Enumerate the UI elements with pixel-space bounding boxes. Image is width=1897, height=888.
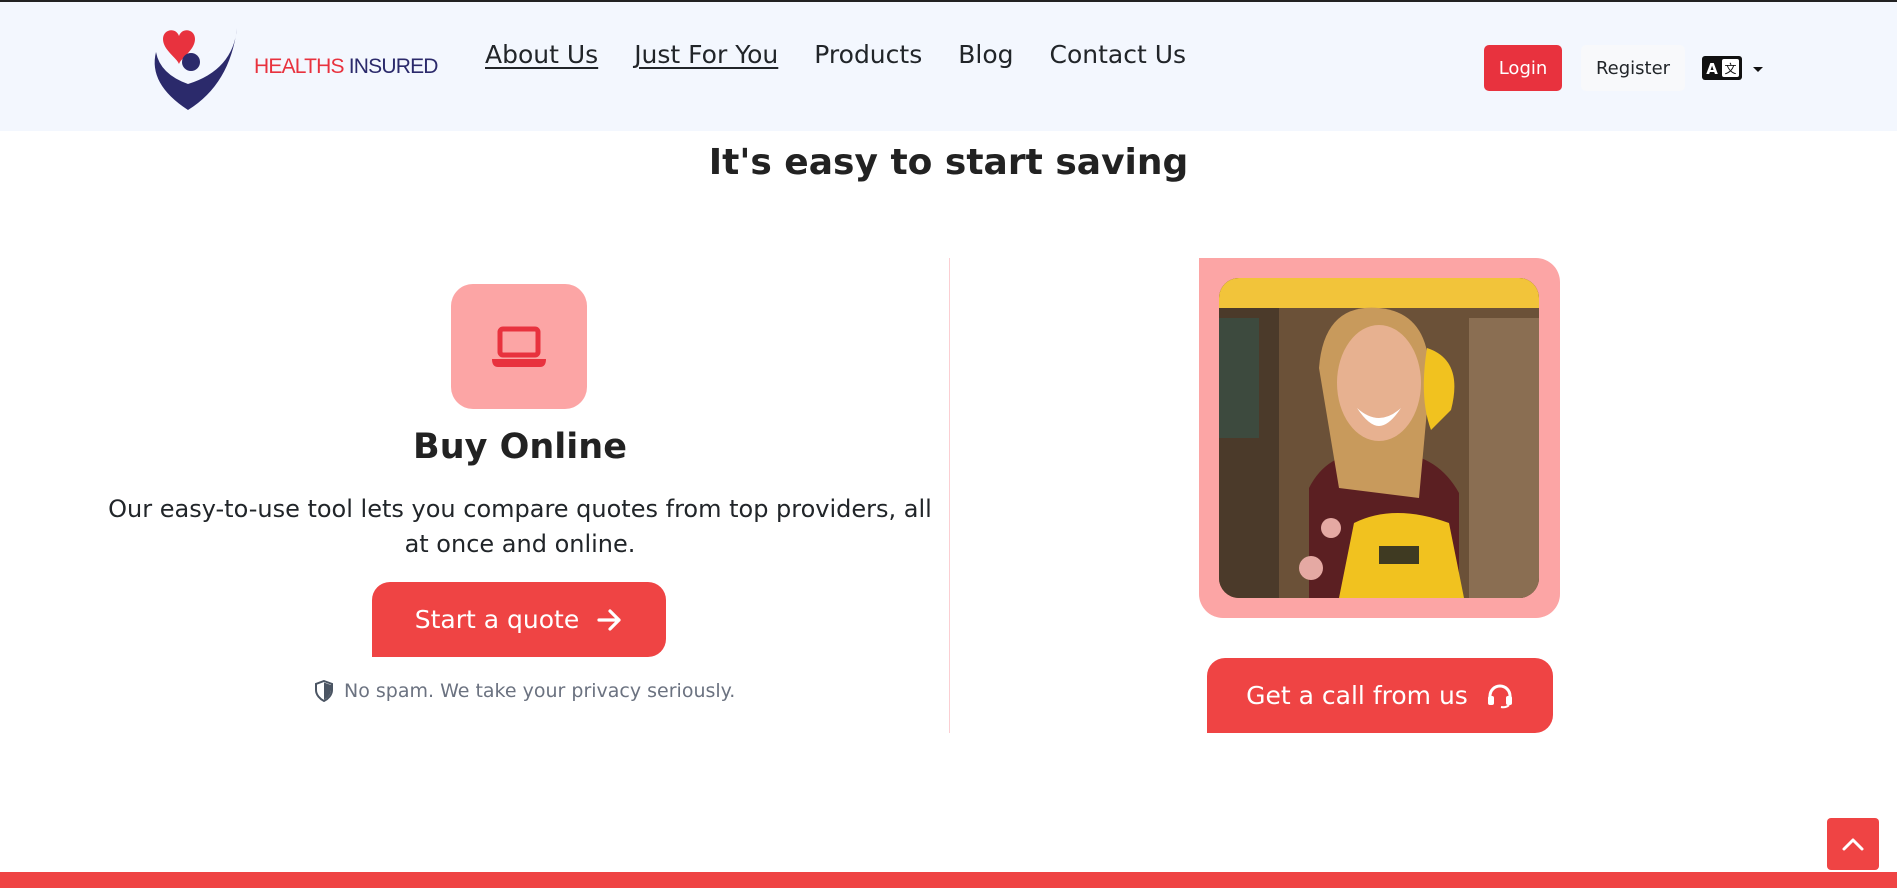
main-nav: About Us Just For You Products Blog Cont… (485, 40, 1222, 69)
register-button[interactable]: Register (1581, 45, 1685, 91)
logo-text-part2: INSURED (343, 55, 439, 78)
logo-text: HEALTHS INSURED (254, 55, 438, 79)
chevron-down-icon (1753, 67, 1763, 72)
start-quote-button[interactable]: Start a quote (372, 582, 666, 657)
get-call-button[interactable]: Get a call from us (1207, 658, 1553, 733)
nav-just-for-you[interactable]: Just For You (634, 40, 778, 69)
site-logo[interactable]: HEALTHS INSURED (138, 22, 438, 117)
nav-products[interactable]: Products (814, 40, 922, 69)
heart-logo-icon (154, 28, 237, 110)
column-divider (949, 258, 950, 733)
nav-about-us[interactable]: About Us (485, 40, 598, 69)
arrow-right-icon (597, 608, 621, 631)
shield-icon (315, 680, 333, 702)
footer-top-bar (0, 872, 1897, 888)
get-call-label: Get a call from us (1246, 681, 1468, 710)
start-quote-label: Start a quote (414, 605, 580, 634)
nav-blog[interactable]: Blog (958, 40, 1013, 69)
laptop-icon (492, 326, 546, 367)
buy-online-description: Our easy-to-use tool lets you compare qu… (108, 495, 932, 558)
buy-online-icon-box (451, 284, 587, 409)
svg-text:A: A (1706, 60, 1718, 78)
photo-frame (1199, 258, 1560, 618)
login-button[interactable]: Login (1484, 45, 1562, 91)
translate-icon: A 文 (1702, 56, 1742, 80)
chevron-up-icon (1842, 838, 1864, 851)
privacy-note-text: No spam. We take your privacy seriously. (344, 680, 736, 702)
language-selector[interactable]: A 文 (1702, 54, 1764, 82)
privacy-note: No spam. We take your privacy seriously. (314, 680, 735, 702)
section-title: It's easy to start saving (708, 142, 1189, 183)
headset-icon (1487, 684, 1512, 708)
svg-text:文: 文 (1724, 61, 1736, 76)
back-to-top-button[interactable] (1827, 818, 1879, 870)
woman-on-phone-photo (1219, 278, 1539, 598)
nav-contact-us[interactable]: Contact Us (1050, 40, 1187, 69)
logo-text-part1: HEALTHS (254, 55, 345, 78)
site-header: HEALTHS INSURED About Us Just For You Pr… (0, 0, 1897, 131)
buy-online-title: Buy Online (413, 427, 627, 467)
